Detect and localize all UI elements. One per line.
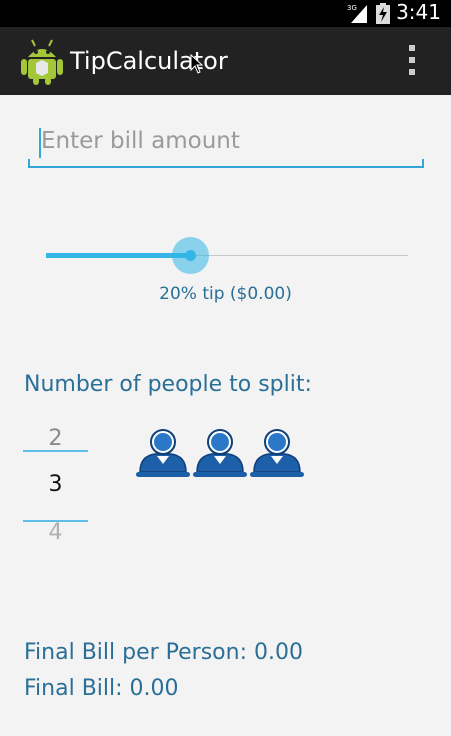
picker-previous-value[interactable]: 2 — [23, 426, 88, 451]
person-icon — [193, 429, 247, 477]
app-title: TipCalculator — [70, 47, 228, 75]
tip-slider[interactable] — [46, 237, 408, 274]
network-type-label: 3G — [347, 4, 357, 12]
people-icons — [135, 426, 310, 480]
android-app-icon — [21, 39, 63, 85]
tip-percent-label: 20% tip ($0.00) — [159, 284, 292, 304]
split-title: Number of people to split: — [24, 372, 312, 397]
input-right-tick — [422, 159, 424, 166]
mouse-cursor-icon — [190, 54, 204, 74]
picker-divider-top — [23, 450, 88, 452]
final-bill-total: Final Bill: 0.00 — [24, 676, 179, 701]
people-number-picker[interactable]: 2 3 4 — [23, 420, 88, 550]
overflow-menu-icon[interactable] — [407, 45, 417, 75]
status-bar: 3G 3:41 — [0, 0, 451, 27]
input-left-tick — [28, 159, 30, 166]
final-bill-per-person: Final Bill per Person: 0.00 — [24, 640, 303, 665]
status-time: 3:41 — [396, 0, 441, 24]
picker-next-value[interactable]: 4 — [23, 520, 88, 545]
picker-current-value[interactable]: 3 — [23, 472, 88, 497]
bill-amount-input[interactable]: Enter bill amount — [28, 120, 424, 168]
battery-charging-icon — [376, 3, 390, 24]
person-icon — [136, 429, 190, 477]
person-icon — [250, 429, 304, 477]
slider-track-fill — [46, 253, 190, 258]
bill-amount-placeholder: Enter bill amount — [41, 128, 240, 154]
signal-icon: 3G — [347, 4, 367, 23]
slider-thumb[interactable] — [185, 250, 196, 261]
action-bar: TipCalculator — [0, 27, 451, 95]
